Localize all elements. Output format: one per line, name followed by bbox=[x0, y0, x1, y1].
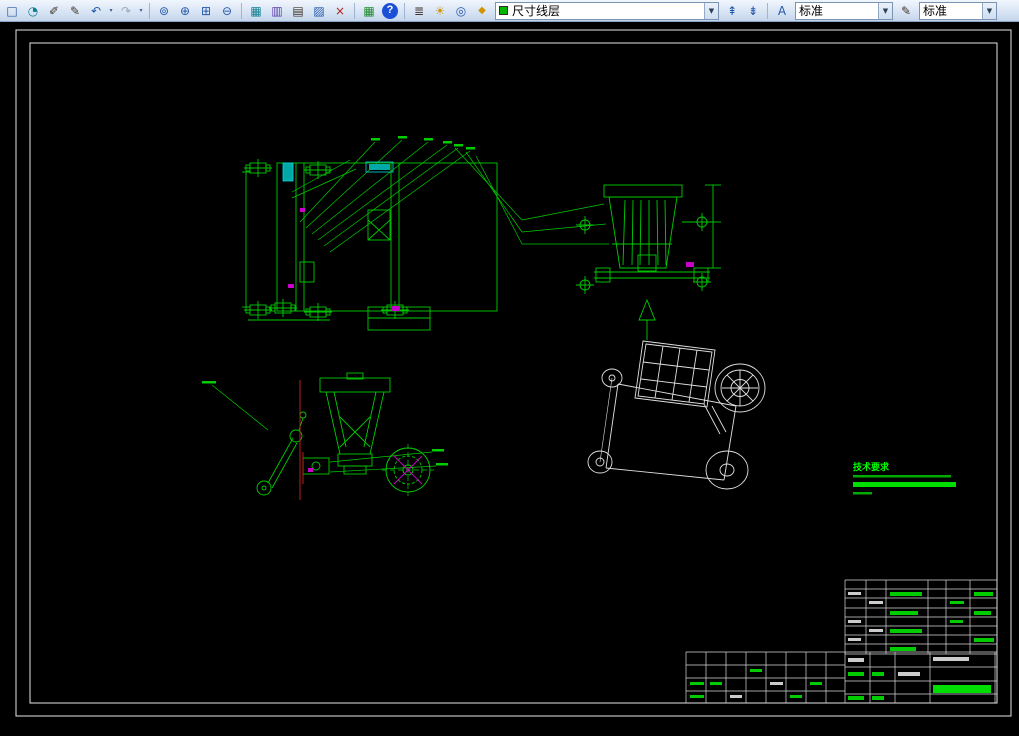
text-style-icon[interactable]: A bbox=[772, 2, 792, 20]
tech-req-line-bar bbox=[853, 482, 956, 487]
bulb-icon[interactable]: ☀ bbox=[430, 2, 450, 20]
zoom-in-icon[interactable]: ⊕ bbox=[175, 2, 195, 20]
layer-dropdown[interactable]: 尺寸线层 ▼ bbox=[495, 1, 719, 20]
technical-requirements-title: 技术要求 bbox=[853, 461, 890, 473]
toolbar-separator bbox=[241, 2, 242, 19]
layer-previous-icon[interactable]: ⇞ bbox=[722, 2, 742, 20]
zoom-dynamic-icon[interactable]: ⊚ bbox=[154, 2, 174, 20]
table-icon[interactable]: ▦ bbox=[246, 2, 266, 20]
zoom-window-icon[interactable]: ⊞ bbox=[196, 2, 216, 20]
close-drawing-icon[interactable]: × bbox=[330, 2, 350, 20]
globe-icon[interactable]: ◎ bbox=[451, 2, 471, 20]
model-space-canvas[interactable]: 技术要求 bbox=[0, 22, 1019, 736]
dim-style-dropdown-value: 标准 bbox=[923, 4, 948, 18]
clock-icon[interactable]: ◔ bbox=[23, 2, 43, 20]
layer-dropdown-value: 尺寸线层 bbox=[512, 4, 561, 18]
chevron-down-icon[interactable]: ▼ bbox=[878, 2, 892, 19]
dim-style-dropdown[interactable]: 标准 ▼ bbox=[919, 1, 997, 20]
brush-icon[interactable]: ✐ bbox=[44, 2, 64, 20]
chevron-down-icon[interactable]: ▼ bbox=[982, 2, 996, 19]
undo-dropdown-arrow[interactable]: ▾ bbox=[107, 7, 115, 14]
export-icon[interactable]: ▨ bbox=[309, 2, 329, 20]
chart-icon[interactable]: ▥ bbox=[267, 2, 287, 20]
redo-dropdown-arrow[interactable]: ▾ bbox=[137, 7, 145, 14]
tech-req-line-bar bbox=[853, 475, 951, 478]
layer-states-icon[interactable]: ⇟ bbox=[743, 2, 763, 20]
new-file-icon[interactable]: □ bbox=[2, 2, 22, 20]
sheet-icon[interactable]: ▤ bbox=[288, 2, 308, 20]
drawing-sheet[interactable]: 技术要求 bbox=[0, 22, 1019, 736]
toolbar: □ ◔ ✐ ✎ ↶ ▾ ↷ ▾ ⊚ ⊕ ⊞ ⊖ ▦ ▥ ▤ ▨ × ▦ ? ≣ … bbox=[0, 0, 1019, 22]
grid-icon[interactable]: ▦ bbox=[359, 2, 379, 20]
tech-req-line-bar bbox=[853, 492, 872, 495]
redo-icon[interactable]: ↷ bbox=[116, 2, 136, 20]
chevron-down-icon[interactable]: ▼ bbox=[704, 2, 718, 19]
annotate-icon[interactable]: ✎ bbox=[896, 2, 916, 20]
toolbar-separator bbox=[149, 2, 150, 19]
layer-color-swatch bbox=[499, 6, 508, 15]
drawing-name-text bbox=[933, 685, 991, 693]
help-icon[interactable]: ? bbox=[382, 2, 398, 19]
toolbar-separator bbox=[354, 2, 355, 19]
undo-icon[interactable]: ↶ bbox=[86, 2, 106, 20]
toolbar-separator bbox=[767, 2, 768, 19]
magenta-markers-view2 bbox=[686, 262, 694, 267]
toolbar-separator bbox=[404, 2, 405, 19]
layers-icon[interactable]: ≣ bbox=[409, 2, 429, 20]
zoom-out-icon[interactable]: ⊖ bbox=[217, 2, 237, 20]
text-style-dropdown[interactable]: 标准 ▼ bbox=[795, 1, 893, 20]
text-style-dropdown-value: 标准 bbox=[799, 4, 824, 18]
pen-icon[interactable]: ✎ bbox=[65, 2, 85, 20]
lock-icon[interactable]: ◆ bbox=[472, 2, 492, 20]
cad-application-window: □ ◔ ✐ ✎ ↶ ▾ ↷ ▾ ⊚ ⊕ ⊞ ⊖ ▦ ▥ ▤ ▨ × ▦ ? ≣ … bbox=[0, 0, 1019, 736]
